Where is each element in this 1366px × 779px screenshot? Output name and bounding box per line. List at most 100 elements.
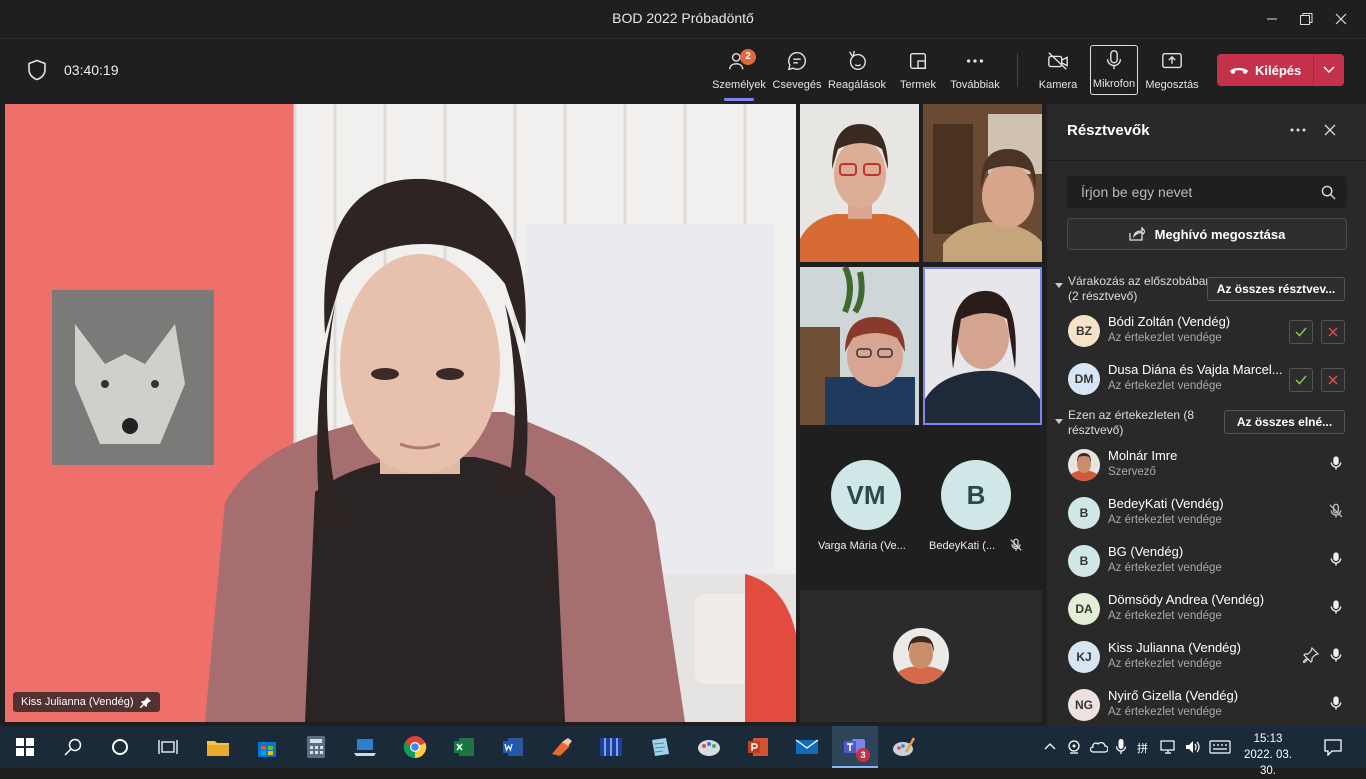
avatar: B xyxy=(1068,497,1100,529)
avatar[interactable]: VM xyxy=(831,460,901,530)
lobby-row[interactable]: BZ Bódi Zoltán (Vendég) Az értekezlet ve… xyxy=(1047,306,1366,354)
close-window-button[interactable] xyxy=(1318,0,1364,38)
webcam-icon[interactable] xyxy=(1066,739,1082,755)
participant-row[interactable]: DA Dömsödy Andrea (Vendég) Az értekezlet… xyxy=(1047,584,1366,632)
leave-main[interactable]: Kilépés xyxy=(1217,63,1313,78)
word-app[interactable] xyxy=(498,732,528,762)
more-options-icon[interactable] xyxy=(1290,128,1306,132)
admit-button[interactable] xyxy=(1289,368,1313,392)
pin-icon[interactable] xyxy=(1303,647,1319,663)
pinned-video[interactable]: Kiss Julianna (Vendég) xyxy=(5,104,796,722)
svg-text:拼: 拼 xyxy=(1137,741,1148,755)
notifications-icon[interactable] xyxy=(1324,739,1342,756)
film-app[interactable] xyxy=(596,732,626,762)
start-button[interactable] xyxy=(10,732,40,762)
share-button[interactable]: Megosztás xyxy=(1142,47,1202,97)
participant-row[interactable]: Molnár Imre Szervező xyxy=(1047,440,1366,488)
onedrive-icon[interactable] xyxy=(1090,739,1108,755)
people-button[interactable]: Személyek xyxy=(709,47,769,101)
title-bar: BOD 2022 Próbadöntő xyxy=(0,0,1366,38)
participant-row[interactable]: B BedeyKati (Vendég) Az értekezlet vendé… xyxy=(1047,488,1366,536)
mute-all-button[interactable]: Az összes elné... xyxy=(1224,410,1345,434)
pin-icon[interactable] xyxy=(139,696,152,708)
share-invite-button[interactable]: Meghívó megosztása xyxy=(1067,218,1347,250)
participant-name: BG (Vendég) xyxy=(1108,544,1184,559)
rooms-icon xyxy=(909,52,927,70)
participant-role: Az értekezlet vendége xyxy=(1108,610,1222,622)
caret-down-icon[interactable] xyxy=(1055,283,1063,289)
meeting-section-label[interactable]: Ezen az értekezleten (8 résztvevő) xyxy=(1068,408,1194,438)
powerpoint-app[interactable] xyxy=(743,732,773,762)
search-input[interactable]: Írjon be egy nevet xyxy=(1081,184,1192,200)
lobby-section-label[interactable]: Várakozás az előszobában (2 résztvevő) xyxy=(1068,274,1212,304)
chevron-up-icon[interactable] xyxy=(1044,742,1056,750)
chrome-app[interactable] xyxy=(400,732,430,762)
self-view-tile[interactable] xyxy=(800,590,1042,722)
video-tile[interactable] xyxy=(800,267,919,425)
folder-icon xyxy=(207,741,229,756)
notes-app[interactable] xyxy=(645,732,675,762)
video-tile[interactable] xyxy=(923,104,1042,262)
wolf-poster xyxy=(52,290,214,465)
video-name-tag: Kiss Julianna (Vendég) xyxy=(13,692,160,712)
excel-app[interactable] xyxy=(449,732,479,762)
store-app[interactable] xyxy=(252,732,282,762)
gallery-audio-tiles: VM Varga Mária (Ve... B BedeyKati (... xyxy=(800,430,1042,580)
keyboard-icon[interactable] xyxy=(1209,740,1231,754)
participant-name: Bódi Zoltán (Vendég) xyxy=(1108,314,1231,329)
remote-desktop-app[interactable] xyxy=(350,732,380,762)
more-button[interactable]: Továbbiak xyxy=(945,47,1005,97)
participant-row[interactable]: NG Nyirő Gizella (Vendég) Az értekezlet … xyxy=(1047,680,1366,728)
microphone-icon xyxy=(1330,456,1342,470)
deny-button[interactable] xyxy=(1321,320,1345,344)
participant-role: Az értekezlet vendége xyxy=(1108,706,1222,718)
paint-3d-app[interactable] xyxy=(547,732,577,762)
network-icon[interactable] xyxy=(1160,739,1178,755)
check-icon xyxy=(1295,375,1307,385)
file-explorer-app[interactable] xyxy=(203,732,233,762)
close-icon xyxy=(1328,327,1338,337)
deny-button[interactable] xyxy=(1321,368,1345,392)
participant-row[interactable]: KJ Kiss Julianna (Vendég) Az értekezlet … xyxy=(1047,632,1366,680)
participants-panel: Résztvevők Írjon be egy nevet Meghívó me… xyxy=(1047,104,1366,726)
share-screen-icon xyxy=(1162,52,1182,69)
teams-badge: 3 xyxy=(856,748,870,762)
admit-button[interactable] xyxy=(1289,320,1313,344)
task-view-button[interactable] xyxy=(153,732,183,762)
paint-net-app[interactable] xyxy=(889,732,919,762)
shield-icon[interactable] xyxy=(27,59,47,81)
cortana-button[interactable] xyxy=(105,732,135,762)
leave-options-button[interactable] xyxy=(1314,66,1344,74)
microphone-tray-icon[interactable] xyxy=(1115,738,1127,756)
video-tile-speaking[interactable] xyxy=(923,267,1042,425)
paint-app[interactable] xyxy=(694,732,724,762)
volume-icon[interactable] xyxy=(1184,739,1202,755)
mail-app[interactable] xyxy=(792,732,822,762)
input-language-icon[interactable]: 拼 xyxy=(1137,739,1155,755)
lobby-row[interactable]: DM Dusa Diána és Vajda Marcel... Az érte… xyxy=(1047,354,1366,402)
search-field[interactable]: Írjon be egy nevet xyxy=(1067,176,1347,208)
leave-button[interactable]: Kilépés xyxy=(1217,54,1344,86)
rooms-button[interactable]: Termek xyxy=(888,47,948,97)
system-clock[interactable]: 15:13 2022. 03. 30. xyxy=(1238,731,1298,779)
tile-name: BedeyKati (... xyxy=(929,540,996,552)
participant-video xyxy=(923,104,1042,262)
microphone-button[interactable]: Mikrofon xyxy=(1090,45,1138,95)
admit-all-button[interactable]: Az összes résztvev... xyxy=(1207,277,1345,301)
chat-button[interactable]: Csevegés xyxy=(767,47,827,97)
search-button[interactable] xyxy=(58,732,88,762)
caret-down-icon[interactable] xyxy=(1055,419,1063,425)
reactions-button[interactable]: Reagálások xyxy=(827,47,887,97)
participant-name: BedeyKati (Vendég) xyxy=(1108,496,1224,511)
calculator-icon xyxy=(307,736,325,758)
calculator-app[interactable] xyxy=(301,732,331,762)
close-icon[interactable] xyxy=(1324,124,1336,136)
tile-name: Varga Mária (Ve... xyxy=(818,540,906,552)
participant-row[interactable]: B BG (Vendég) Az értekezlet vendége xyxy=(1047,536,1366,584)
avatar[interactable]: B xyxy=(941,460,1011,530)
chrome-icon xyxy=(403,736,427,759)
video-tile[interactable] xyxy=(800,104,919,262)
teams-app-active[interactable]: 3 xyxy=(832,726,878,768)
avatar: B xyxy=(1068,545,1100,577)
camera-button[interactable]: Kamera xyxy=(1028,47,1088,97)
